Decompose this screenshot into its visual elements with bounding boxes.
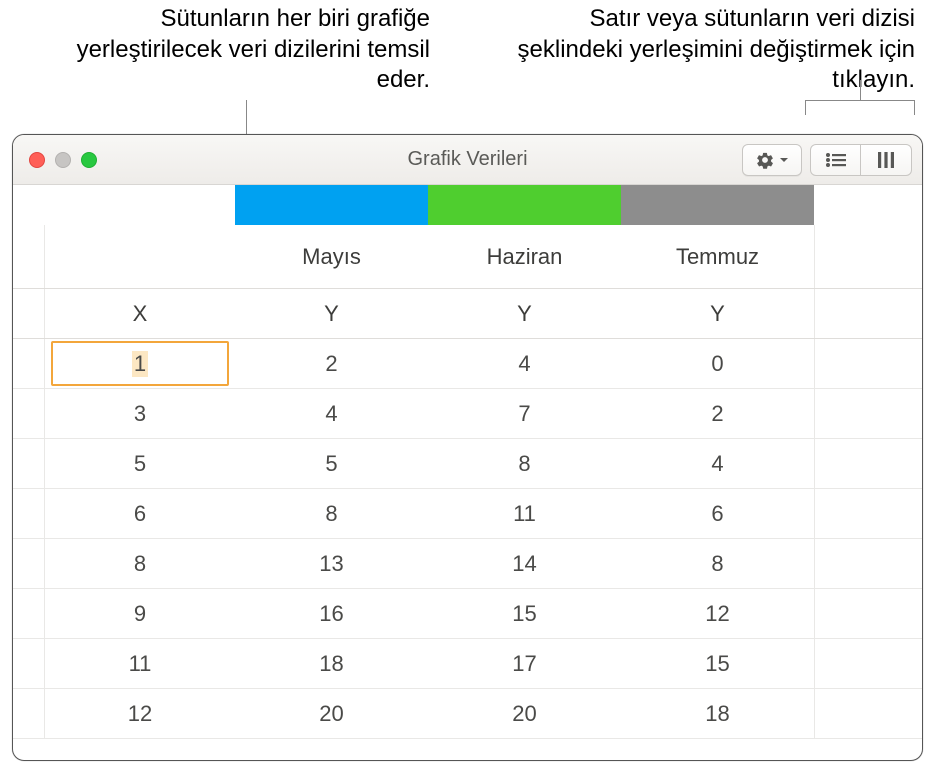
data-cell-y[interactable]: 14: [428, 539, 621, 588]
table-row: 12 20 20 18: [13, 689, 922, 739]
callout-leader-left: [246, 100, 247, 134]
data-cell-y[interactable]: 20: [428, 689, 621, 738]
series-color-1[interactable]: [235, 185, 428, 225]
data-cell-y[interactable]: 18: [621, 689, 814, 738]
row-gutter: [13, 689, 45, 738]
axis-y-label: Y: [428, 289, 621, 338]
data-grid-area: Mayıs Haziran Temmuz X Y Y Y 1 2: [13, 185, 922, 760]
data-cell-y[interactable]: 8: [428, 439, 621, 488]
series-name-2[interactable]: Haziran: [428, 225, 621, 288]
series-name-row: Mayıs Haziran Temmuz: [13, 225, 922, 289]
data-cell-x[interactable]: 6: [45, 489, 235, 538]
row-gutter: [13, 389, 45, 438]
series-color-strip: [235, 185, 814, 225]
minimize-button[interactable]: [55, 152, 71, 168]
data-cell-y[interactable]: 4: [621, 439, 814, 488]
row-gutter: [13, 225, 45, 288]
data-cell-y[interactable]: 11: [428, 489, 621, 538]
series-color-3[interactable]: [621, 185, 814, 225]
data-cell-y[interactable]: 20: [235, 689, 428, 738]
data-cell-y[interactable]: 0: [621, 339, 814, 388]
data-cell-y[interactable]: 4: [235, 389, 428, 438]
row-gutter: [13, 339, 45, 388]
data-cell-y[interactable]: 7: [428, 389, 621, 438]
data-cell-x[interactable]: 9: [45, 589, 235, 638]
axis-x-label: X: [45, 289, 235, 338]
row-end: [814, 339, 922, 388]
callout-orientation-switch: Satır veya sütunların veri dizisi şeklin…: [515, 4, 915, 96]
row-gutter: [13, 489, 45, 538]
data-cell-y[interactable]: 15: [621, 639, 814, 688]
axis-label-row: X Y Y Y: [13, 289, 922, 339]
close-button[interactable]: [29, 152, 45, 168]
table-row: 8 13 14 8: [13, 539, 922, 589]
data-cell-x[interactable]: 12: [45, 689, 235, 738]
row-gutter: [13, 589, 45, 638]
callout-columns-series: Sütunların her biri grafiğe yerleştirile…: [60, 4, 430, 96]
table-row: 1 2 4 0: [13, 339, 922, 389]
data-cell-y[interactable]: 4: [428, 339, 621, 388]
data-cell-y[interactable]: 8: [235, 489, 428, 538]
axis-y-label: Y: [235, 289, 428, 338]
zoom-button[interactable]: [81, 152, 97, 168]
data-cell-y[interactable]: 13: [235, 539, 428, 588]
row-end: [814, 489, 922, 538]
rows-icon: [824, 151, 848, 169]
row-end: [814, 639, 922, 688]
series-name-end: [814, 225, 922, 288]
plot-rows-button[interactable]: [811, 145, 861, 175]
series-name-3[interactable]: Temmuz: [621, 225, 814, 288]
plot-columns-button[interactable]: [861, 145, 911, 175]
columns-icon: [875, 150, 897, 170]
row-end: [814, 589, 922, 638]
series-name-1[interactable]: Mayıs: [235, 225, 428, 288]
row-gutter: [13, 639, 45, 688]
callout-leader-right: [805, 100, 915, 134]
data-cell-y[interactable]: 18: [235, 639, 428, 688]
data-cell-y[interactable]: 2: [621, 389, 814, 438]
axis-y-label: Y: [621, 289, 814, 338]
series-name-blank: [45, 225, 235, 288]
series-color-2[interactable]: [428, 185, 621, 225]
table-row: 5 5 8 4: [13, 439, 922, 489]
row-end: [814, 689, 922, 738]
data-cell-y[interactable]: 17: [428, 639, 621, 688]
row-gutter: [13, 539, 45, 588]
data-cell-y[interactable]: 12: [621, 589, 814, 638]
data-cell-x[interactable]: 1: [45, 339, 235, 388]
series-orientation-toggle: [810, 144, 912, 176]
window-title: Grafik Verileri: [407, 148, 527, 171]
row-end: [814, 539, 922, 588]
table-row: 3 4 7 2: [13, 389, 922, 439]
data-cell-x[interactable]: 11: [45, 639, 235, 688]
data-cell-y[interactable]: 6: [621, 489, 814, 538]
data-cell-y[interactable]: 16: [235, 589, 428, 638]
data-cell-x[interactable]: 5: [45, 439, 235, 488]
chart-data-editor-window: Grafik Verileri: [12, 134, 923, 761]
table-row: 9 16 15 12: [13, 589, 922, 639]
data-cell-x[interactable]: 8: [45, 539, 235, 588]
row-gutter: [13, 289, 45, 338]
data-cell-x[interactable]: 3: [45, 389, 235, 438]
settings-menu-button[interactable]: [742, 144, 802, 176]
data-cell-y[interactable]: 5: [235, 439, 428, 488]
chevron-down-icon: [779, 155, 789, 165]
table-row: 11 18 17 15: [13, 639, 922, 689]
table-row: 6 8 11 6: [13, 489, 922, 539]
row-end: [814, 439, 922, 488]
axis-end: [814, 289, 922, 338]
cell-value: 1: [132, 351, 148, 377]
gear-icon: [755, 150, 775, 170]
row-gutter: [13, 439, 45, 488]
data-grid: Mayıs Haziran Temmuz X Y Y Y 1 2: [13, 225, 922, 760]
data-cell-y[interactable]: 8: [621, 539, 814, 588]
data-cell-y[interactable]: 2: [235, 339, 428, 388]
window-controls: [13, 152, 97, 168]
window-titlebar: Grafik Verileri: [13, 135, 922, 185]
row-end: [814, 389, 922, 438]
data-cell-y[interactable]: 15: [428, 589, 621, 638]
